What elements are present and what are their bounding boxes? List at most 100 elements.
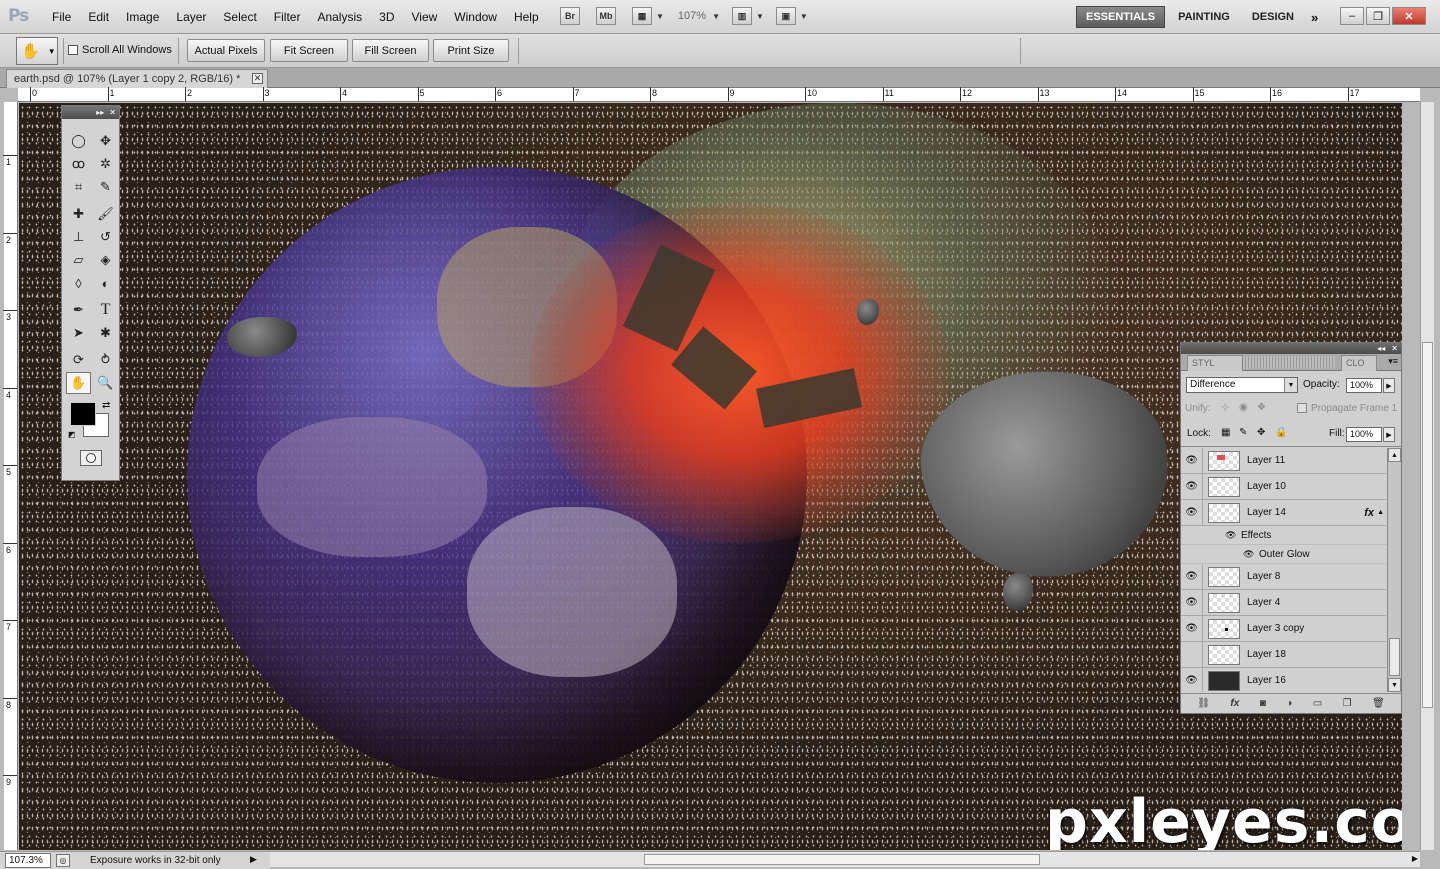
zoom-level[interactable]: 107% (678, 10, 706, 22)
effects-eye-icon[interactable]: 👁 (1225, 530, 1236, 541)
layers-list[interactable]: 👁 Layer 11 👁 Layer 10 👁 Layer 14 fx ▲ 👁 … (1181, 448, 1386, 692)
collapse-panel-icon[interactable]: ◂◂ (1377, 344, 1385, 353)
fit-screen-button[interactable]: Fit Screen (270, 39, 348, 62)
minimize-icon[interactable]: – (1340, 7, 1364, 25)
expand-panel-icon[interactable]: ▸▸ (96, 108, 104, 117)
pen-tool-icon[interactable]: ✒ (66, 299, 91, 321)
lock-image-icon[interactable]: ✎ (1239, 427, 1247, 438)
fill-screen-button[interactable]: Fill Screen (352, 39, 429, 62)
layer-row[interactable]: 👁 Layer 14 fx ▲ (1181, 499, 1386, 526)
layer-row[interactable]: 👁 Layer 4 (1181, 589, 1386, 616)
menu-view[interactable]: View (411, 10, 437, 24)
blend-mode-select[interactable]: Difference ▼ (1186, 377, 1298, 393)
scroll-right-icon[interactable]: ▶ (1412, 854, 1418, 863)
layer-row[interactable]: 👁 Layer 16 (1181, 667, 1386, 692)
tab-clone-source[interactable]: CLO (1341, 355, 1377, 371)
layers-panel-header[interactable]: ◂◂ ✕ (1181, 343, 1401, 354)
new-group-icon[interactable]: ▭ (1313, 698, 1322, 709)
lasso-tool-icon[interactable]: ꝏ (66, 153, 91, 175)
launch-mini-bridge-button[interactable]: Mb (596, 7, 616, 25)
add-layer-style-icon[interactable]: fx (1230, 698, 1239, 709)
unify-position-icon[interactable]: ⊹ (1221, 402, 1229, 413)
outer-glow-eye-icon[interactable]: 👁 (1243, 549, 1254, 560)
menu-layer[interactable]: Layer (176, 10, 206, 24)
layer-name[interactable]: Layer 11 (1247, 455, 1285, 466)
fill-slider-icon[interactable]: ▶ (1383, 427, 1395, 442)
tab-styles[interactable]: STYL (1187, 355, 1243, 371)
status-menu-icon[interactable]: ▶ (250, 854, 257, 865)
workspace-painting[interactable]: PAINTING (1169, 7, 1239, 27)
lock-position-icon[interactable]: ✥ (1257, 427, 1265, 438)
layers-scrollbar[interactable]: ▲ ▼ (1387, 448, 1401, 692)
spot-healing-tool-icon[interactable]: ✚ (66, 203, 91, 225)
print-size-button[interactable]: Print Size (433, 39, 509, 62)
close-document-icon[interactable]: ✕ (252, 73, 263, 84)
unify-style-icon[interactable]: ❖ (1257, 402, 1266, 413)
horizontal-scrollbar[interactable]: ▶ (270, 851, 1420, 867)
layer-row[interactable]: 👁 Layer 3 copy (1181, 615, 1386, 642)
layer-name[interactable]: Layer 16 (1247, 675, 1286, 686)
marquee-tool-icon[interactable]: ◯ (66, 130, 91, 152)
magic-wand-tool-icon[interactable]: ✲ (93, 153, 118, 175)
layer-row[interactable]: 👁 Layer 11 (1181, 448, 1386, 474)
clone-stamp-tool-icon[interactable]: ⊥ (66, 226, 91, 248)
menu-image[interactable]: Image (126, 10, 159, 24)
more-workspaces-icon[interactable]: » (1311, 10, 1318, 25)
link-layers-icon[interactable]: ⛓ (1197, 698, 1210, 709)
workspace-essentials[interactable]: ESSENTIALS (1076, 6, 1166, 28)
eraser-tool-icon[interactable]: ▱ (66, 249, 91, 271)
menu-window[interactable]: Window (454, 10, 497, 24)
3d-rotate-tool-icon[interactable]: ⟳ (66, 349, 91, 371)
zoom-field[interactable]: 107.3% (5, 853, 51, 868)
chevron-down-icon[interactable]: ▼ (1284, 378, 1297, 392)
quick-mask-button[interactable] (80, 450, 102, 466)
scroll-thumb[interactable] (1389, 638, 1400, 676)
visibility-eye-icon[interactable]: 👁 (1181, 589, 1203, 616)
crop-tool-icon[interactable]: ⌗ (66, 176, 91, 198)
opacity-slider-icon[interactable]: ▶ (1383, 378, 1395, 393)
paint-bucket-tool-icon[interactable]: ◈ (93, 249, 118, 271)
visibility-eye-icon[interactable]: 👁 (1181, 615, 1203, 642)
zoom-dropdown-icon[interactable]: ▼ (712, 12, 720, 21)
visibility-eye-icon[interactable]: 👁 (1181, 667, 1203, 692)
adjustment-layer-icon[interactable]: ◑ (1286, 698, 1292, 709)
vertical-scrollbar[interactable] (1420, 102, 1434, 850)
dodge-tool-icon[interactable]: ◐ (93, 272, 118, 294)
layer-name[interactable]: Layer 14 (1247, 507, 1286, 518)
close-icon[interactable]: ✕ (1392, 7, 1426, 25)
blur-tool-icon[interactable]: ◊ (66, 272, 91, 294)
view-extras-dropdown-icon[interactable]: ▼ (656, 12, 664, 21)
swap-colors-icon[interactable]: ⇄ (102, 400, 110, 411)
scroll-up-icon[interactable]: ▲ (1388, 448, 1401, 462)
restore-icon[interactable]: ❐ (1366, 7, 1390, 25)
default-colors-icon[interactable]: ◩ (68, 430, 76, 439)
arrange-dropdown-icon[interactable]: ▼ (756, 12, 764, 21)
shape-tool-icon[interactable]: ✱ (93, 322, 118, 344)
menu-edit[interactable]: Edit (88, 10, 109, 24)
path-selection-tool-icon[interactable]: ➤ (66, 322, 91, 344)
layer-row[interactable]: 👁 Layer 10 (1181, 473, 1386, 500)
layer-row[interactable]: 👁 Layer 8 (1181, 563, 1386, 590)
visibility-toggle-empty[interactable] (1181, 641, 1203, 668)
visibility-eye-icon[interactable]: 👁 (1181, 473, 1203, 500)
visibility-eye-icon[interactable]: 👁 (1181, 499, 1203, 526)
layer-effects-icon[interactable]: fx (1364, 507, 1374, 519)
panel-menu-icon[interactable]: ▾≡ (1388, 356, 1398, 367)
layer-name[interactable]: Layer 10 (1247, 481, 1286, 492)
screen-mode-dropdown-icon[interactable]: ▼ (800, 12, 808, 21)
collapse-effects-icon[interactable]: ▲ (1377, 509, 1384, 516)
horizontal-scroll-thumb[interactable] (644, 854, 1040, 865)
outer-glow-row[interactable]: 👁 Outer Glow (1181, 545, 1386, 564)
vertical-scroll-thumb[interactable] (1422, 342, 1433, 708)
actual-pixels-button[interactable]: Actual Pixels (187, 39, 265, 62)
tools-panel-header[interactable]: ▸▸ ✕ (62, 106, 119, 119)
status-info-icon[interactable]: ◎ (56, 854, 70, 867)
menu-file[interactable]: File (52, 10, 71, 24)
move-tool-icon[interactable]: ✥ (93, 130, 118, 152)
menu-filter[interactable]: Filter (274, 10, 301, 24)
close-panel-icon[interactable]: ✕ (1391, 344, 1398, 353)
opacity-field[interactable]: 100% (1346, 378, 1382, 393)
zoom-tool-icon[interactable]: 🔍 (93, 372, 118, 394)
menu-help[interactable]: Help (514, 10, 539, 24)
hand-tool-icon[interactable]: ✋ (66, 372, 91, 394)
